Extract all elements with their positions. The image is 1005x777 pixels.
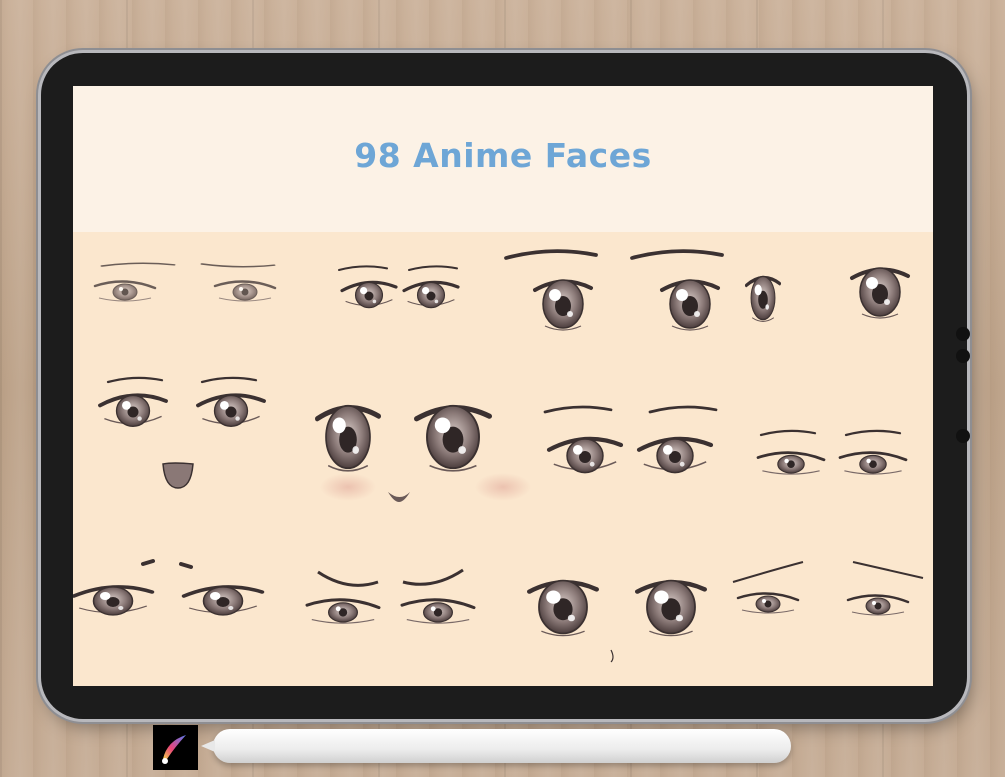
side-button [956, 349, 970, 363]
side-button [956, 327, 970, 341]
anime-face-angry [305, 568, 476, 625]
title-banner: 98 Anime Faces [73, 86, 933, 232]
anime-face-worried [74, 559, 262, 615]
pencil-tip [201, 740, 215, 752]
anime-eyes-grid [73, 249, 924, 663]
anime-face-blushing [317, 406, 531, 502]
apple-pencil [201, 729, 791, 763]
anime-face-big-eyes [504, 249, 724, 332]
procreate-app-icon [153, 725, 198, 770]
anime-face-profile [744, 266, 910, 324]
anime-face-smiling [98, 376, 266, 489]
side-button [956, 429, 970, 443]
anime-face-calm [543, 405, 718, 473]
anime-face-sleepy [93, 261, 277, 303]
anime-face-shy [529, 581, 704, 663]
page-title: 98 Anime Faces [354, 136, 652, 175]
tablet-device: 98 Anime Faces [41, 53, 970, 719]
anime-face-mature [756, 429, 908, 476]
anime-face-tired [732, 561, 924, 617]
tablet-screen: 98 Anime Faces [73, 86, 933, 686]
anime-face-small [337, 265, 460, 310]
